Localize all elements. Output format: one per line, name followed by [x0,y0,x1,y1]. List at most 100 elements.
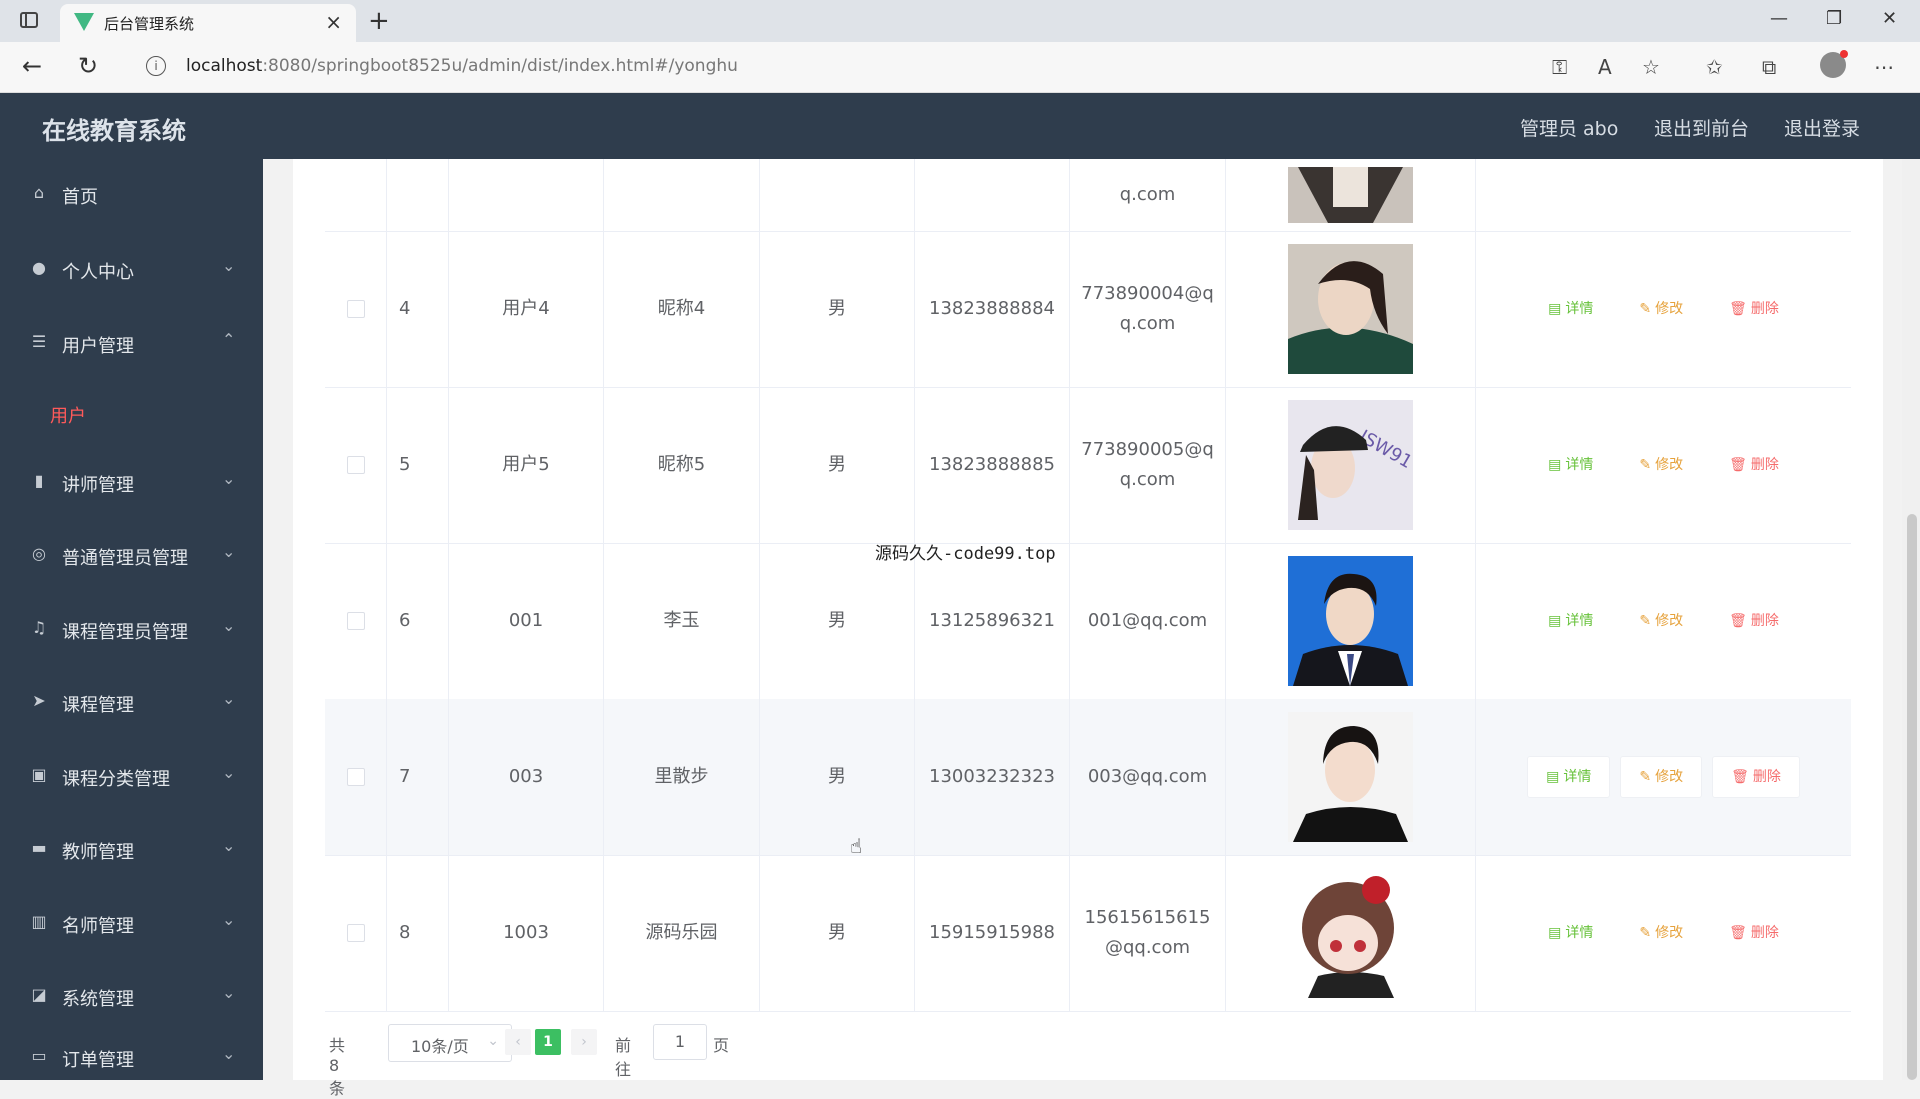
favorites-icon[interactable]: ✩ [1706,55,1723,79]
delete-button[interactable]: 🗑 删除 [1711,913,1797,953]
vue-logo-icon [74,13,94,31]
table-row: 7 003 里散步 男 13003232323 003@qq.com ▤ 详情 ✎… [325,699,1851,856]
row-checkbox[interactable] [346,456,365,474]
sidebar-item-famous-teacher[interactable]: ▥ 名师管理 ⌄ [0,894,263,954]
sidebar-item-lecturer[interactable]: ▮ 讲师管理 ⌄ [0,453,263,513]
sidebar-item-teacher[interactable]: ▬ 教师管理 ⌄ [0,820,263,880]
document-icon: ▤ [1548,613,1562,629]
sidebar-item-course-admin[interactable]: ♫ 课程管理员管理 ⌄ [0,600,263,660]
row-checkbox[interactable] [346,768,365,786]
trash-icon: 🗑 [1729,925,1747,941]
sidebar-subitem-user[interactable]: 用户 [0,388,263,438]
chevron-down-icon: ⌄ [222,763,236,782]
close-window-icon[interactable]: ✕ [1882,8,1897,29]
pencil-icon: ✎ [1639,613,1652,629]
row-checkbox[interactable] [346,612,365,630]
prev-page-button[interactable]: ‹ [505,1029,531,1055]
edit-button[interactable]: ✎ 修改 [1621,601,1701,641]
detail-button[interactable]: ▤ 详情 [1530,913,1611,953]
photo-cell: ISW91 [1226,387,1476,543]
edit-button[interactable]: ✎ 修改 [1620,756,1703,798]
browser-tab-bar: 后台管理系统 × + — ❐ ✕ [0,0,1920,42]
sidebar-item-personal[interactable]: ● 个人中心 ⌄ [0,240,263,300]
sidebar-item-user-mgmt[interactable]: ☰ 用户管理 ⌃ [0,314,263,374]
key-icon[interactable]: ⚿ [1552,55,1567,79]
gender-cell: 男 [760,231,915,387]
document-icon: ▤ [1548,457,1562,473]
edit-button[interactable]: ✎ 修改 [1621,913,1701,953]
delete-button[interactable]: 🗑 删除 [1711,445,1797,485]
minimize-icon[interactable]: — [1770,8,1788,29]
compass-icon: ◎ [32,544,46,563]
delete-button[interactable]: 🗑 删除 [1712,756,1800,798]
tab-actions-icon[interactable] [20,12,38,28]
user-icon: ● [32,258,46,277]
vertical-scrollbar[interactable] [1902,159,1920,1080]
row-checkbox[interactable] [346,300,365,318]
table-row-partial: q.com [325,159,1851,232]
profile-avatar-icon[interactable] [1820,50,1848,78]
trash-icon: 🗑 [1729,457,1747,473]
user-photo [1288,556,1413,686]
total-count: 共 8 条 [329,1036,346,1098]
row-checkbox[interactable] [346,924,365,942]
page-number-current[interactable]: 1 [535,1029,561,1055]
table-row: 5 用户5 昵称5 男 13823888885 773890005@q q.co… [325,387,1851,544]
email-cell: q.com [1070,159,1226,231]
goto-label: 前往 [615,1036,632,1079]
sidebar-item-course-category[interactable]: ▣ 课程分类管理 ⌄ [0,747,263,807]
read-aloud-icon[interactable]: A [1598,55,1612,79]
sidebar-item-course[interactable]: ➤ 课程管理 ⌄ [0,673,263,733]
reload-icon[interactable]: ↻ [78,52,98,80]
logout-link[interactable]: 退出登录 [1784,114,1860,141]
next-page-button[interactable]: › [571,1029,597,1055]
collections-icon[interactable]: ⧉ [1762,55,1776,79]
restore-icon[interactable]: ❐ [1826,8,1842,29]
url-text: localhost:8080/springboot8525u/admin/dis… [186,56,738,76]
line-chart-icon: ◪ [31,985,47,1004]
bell-icon: ♫ [31,618,47,637]
edit-button[interactable]: ✎ 修改 [1621,289,1701,329]
index-cell: 4 [387,231,449,387]
app-title: 在线教育系统 [42,117,186,145]
bar-chart-icon: ▥ [31,912,47,931]
close-tab-icon[interactable]: × [325,10,342,34]
info-icon[interactable]: i [146,56,166,76]
phone-cell: 13003232323 [915,699,1070,855]
goto-page-input[interactable]: 1 [653,1024,707,1060]
detail-button[interactable]: ▤ 详情 [1530,601,1611,641]
detail-button[interactable]: ▤ 详情 [1530,445,1611,485]
favorite-add-icon[interactable]: ☆ [1642,55,1660,79]
detail-button[interactable]: ▤ 详情 [1530,289,1611,329]
index-cell: 7 [387,699,449,855]
sidebar-item-home[interactable]: ⌂ 首页 [0,165,263,225]
edit-button[interactable]: ✎ 修改 [1621,445,1701,485]
url-field[interactable]: i localhost:8080/springboot8525u/admin/d… [130,48,1530,84]
document-icon: ▤ [1548,301,1562,317]
photo-cell [1226,699,1476,855]
photo-cell [1226,231,1476,387]
account-cell: 003 [449,699,604,855]
browser-tab[interactable]: 后台管理系统 × [60,4,356,42]
user-photo [1288,167,1413,223]
nickname-cell: 李玉 [604,543,760,699]
watermark-overlay-text: 源码久久-code99.top [875,544,1056,564]
sidebar-item-order[interactable]: ▭ 订单管理 ⌄ [0,1028,263,1088]
delete-button[interactable]: 🗑 删除 [1711,601,1797,641]
more-icon[interactable]: ⋯ [1874,55,1894,79]
new-tab-icon[interactable]: + [368,6,390,36]
user-photo [1288,868,1413,998]
chevron-down-icon: ⌄ [222,542,236,561]
to-front-link[interactable]: 退出到前台 [1654,114,1749,141]
delete-button[interactable]: 🗑 删除 [1711,289,1797,329]
clipboard-icon: ▣ [31,765,47,784]
tab-title: 后台管理系统 [104,15,195,33]
page-size-select[interactable]: 10条/页 ⌄ [388,1024,512,1062]
sidebar-item-system[interactable]: ◪ 系统管理 ⌄ [0,967,263,1027]
scrollbar-thumb[interactable] [1907,514,1917,1080]
sidebar-item-admin[interactable]: ◎ 普通管理员管理 ⌄ [0,526,263,586]
chat-icon: ▬ [31,838,47,857]
back-icon[interactable]: ← [22,52,42,80]
chevron-up-icon: ⌃ [222,330,236,349]
detail-button[interactable]: ▤ 详情 [1527,756,1611,798]
